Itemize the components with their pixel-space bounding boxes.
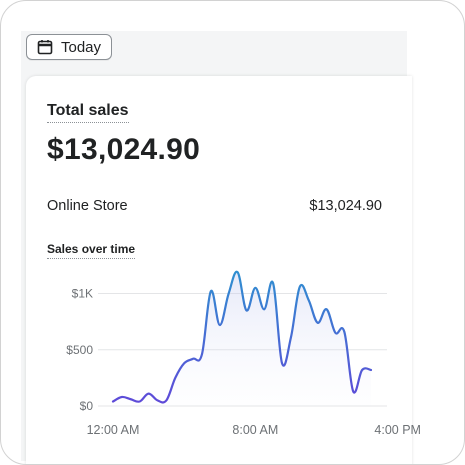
x-tick-label: 4:00 PM bbox=[374, 423, 421, 437]
app-frame: Today Total sales $13,024.90 Online Stor… bbox=[0, 0, 465, 465]
data-point[interactable] bbox=[342, 330, 346, 334]
data-point[interactable] bbox=[262, 307, 266, 311]
data-point[interactable] bbox=[138, 400, 142, 404]
data-point[interactable] bbox=[218, 323, 222, 327]
data-point[interactable] bbox=[236, 270, 240, 274]
x-tick-label: 12:00 AM bbox=[87, 423, 140, 437]
data-point[interactable] bbox=[360, 368, 364, 372]
data-point[interactable] bbox=[129, 397, 133, 401]
data-point[interactable] bbox=[333, 331, 337, 335]
data-point[interactable] bbox=[182, 361, 186, 365]
sales-chart: $0 $500 $1K 12:00 AM 8:00 AM 4:00 PM bbox=[66, 270, 421, 437]
data-point[interactable] bbox=[307, 298, 311, 302]
data-point[interactable] bbox=[111, 400, 115, 404]
data-point[interactable] bbox=[271, 281, 275, 285]
data-point[interactable] bbox=[227, 292, 231, 296]
data-point[interactable] bbox=[200, 352, 204, 356]
data-point[interactable] bbox=[164, 398, 168, 402]
data-point[interactable] bbox=[253, 286, 257, 290]
data-point[interactable] bbox=[147, 392, 151, 396]
y-tick-label: $0 bbox=[80, 399, 94, 413]
data-point[interactable] bbox=[120, 395, 124, 399]
data-point[interactable] bbox=[155, 398, 159, 402]
y-tick-label: $1K bbox=[72, 287, 93, 301]
data-point[interactable] bbox=[191, 357, 195, 361]
x-tick-label: 8:00 AM bbox=[232, 423, 278, 437]
data-point[interactable] bbox=[351, 389, 355, 393]
data-point[interactable] bbox=[244, 308, 248, 312]
data-point[interactable] bbox=[173, 376, 177, 380]
data-point[interactable] bbox=[280, 361, 284, 365]
data-point[interactable] bbox=[325, 307, 329, 311]
data-point[interactable] bbox=[369, 368, 373, 372]
data-point[interactable] bbox=[209, 289, 213, 293]
data-point[interactable] bbox=[316, 321, 320, 325]
data-point[interactable] bbox=[298, 285, 302, 289]
y-tick-label: $500 bbox=[66, 343, 93, 357]
data-point[interactable] bbox=[289, 335, 293, 339]
